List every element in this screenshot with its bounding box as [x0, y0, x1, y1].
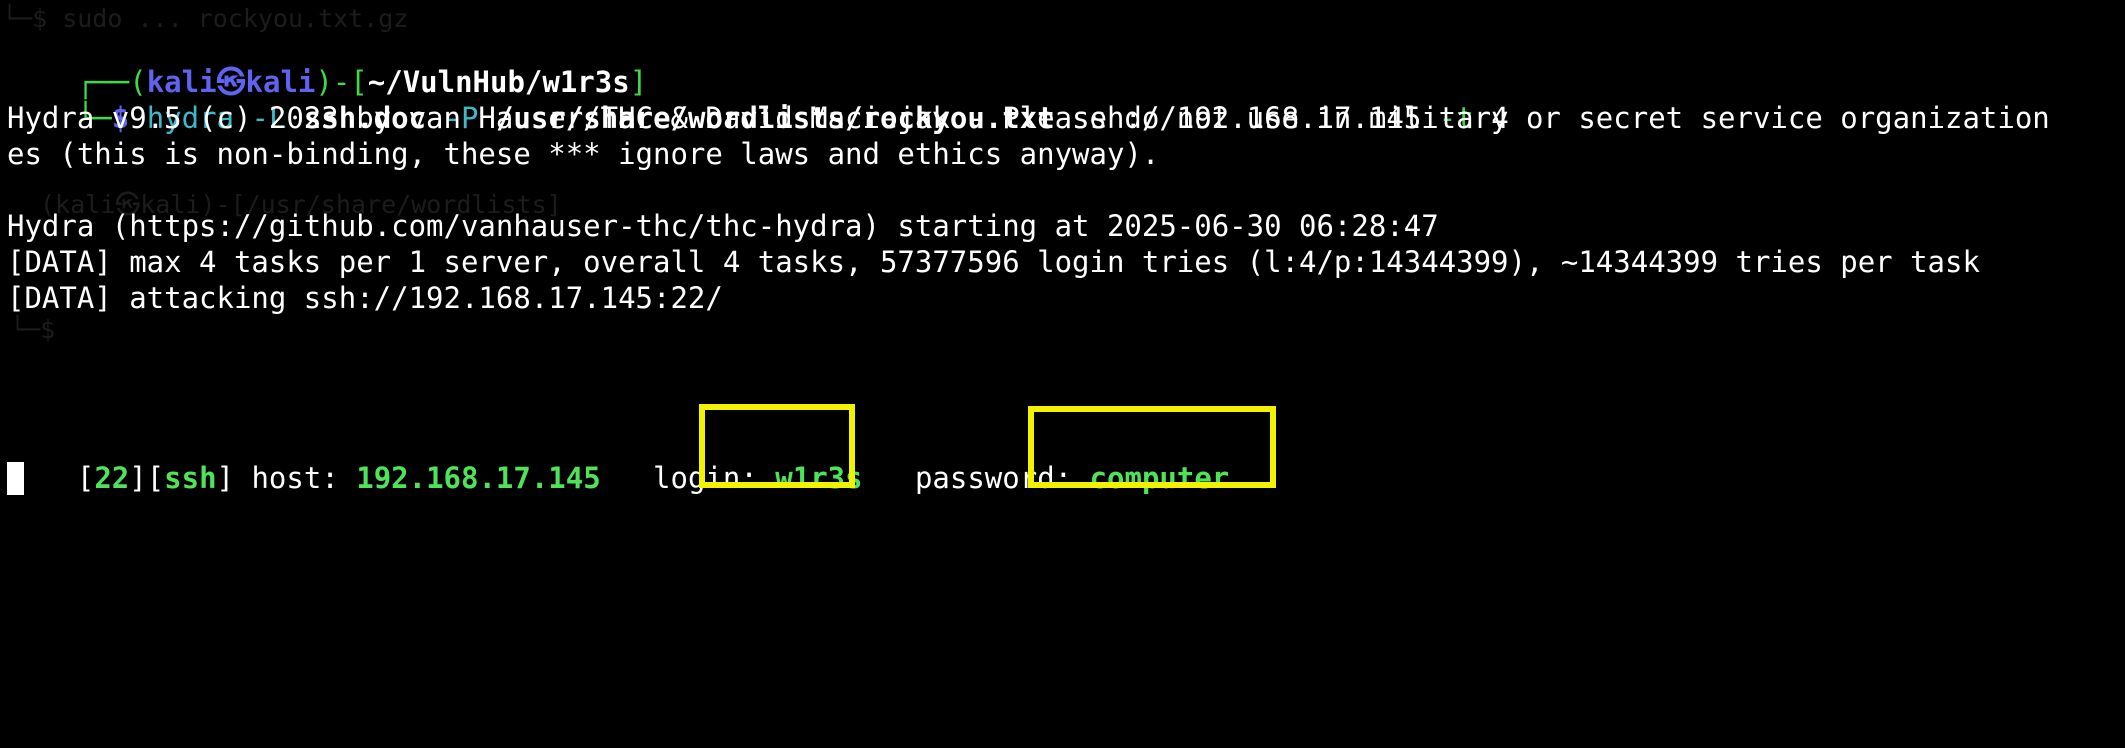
result-service: ssh — [164, 461, 217, 495]
result-host: 192.168.17.145 — [356, 461, 601, 495]
command-line: └─$ hydra -L ssh.doc -P /usr/share/wordl… — [7, 64, 1509, 135]
result-port: 22 — [94, 461, 130, 495]
result-bracket: ] — [216, 461, 235, 495]
result-host-label: host: — [234, 461, 357, 495]
password-highlight-box — [1028, 406, 1276, 488]
terminal-window[interactable]: └─$ sudo ... rockyou.txt.gz (kali㉿kali)-… — [0, 0, 2125, 748]
terminal-cursor — [7, 462, 24, 495]
output-line: [DATA] attacking ssh://192.168.17.145:22… — [7, 281, 723, 315]
result-bracket: [ — [76, 461, 95, 495]
prompt-header: ┌──(kali㉿kali)-[~/VulnHub/w1r3s] — [7, 28, 647, 99]
output-line: Hydra v9.5 (c) 2023 by van Hauser/THC & … — [7, 101, 2050, 135]
output-line: Hydra (https://github.com/vanhauser-thc/… — [7, 209, 1439, 243]
output-line: [DATA] max 4 tasks per 1 server, overall… — [7, 245, 1980, 279]
login-highlight-box — [699, 404, 855, 488]
output-line: es (this is non-binding, these *** ignor… — [7, 137, 1160, 171]
ghost-text-line: └─$ — [10, 315, 71, 344]
result-bracket: ][ — [129, 461, 165, 495]
